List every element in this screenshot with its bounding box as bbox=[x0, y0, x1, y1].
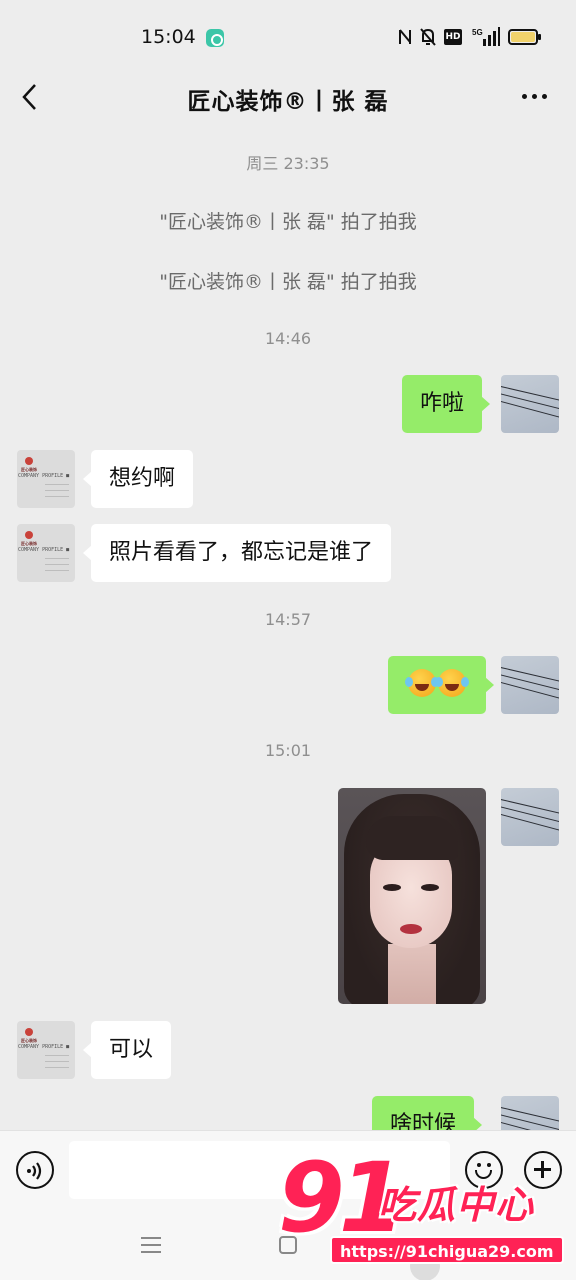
status-time: 15:04 bbox=[141, 26, 196, 48]
message-timestamp: 14:46 bbox=[264, 329, 312, 348]
self-avatar[interactable] bbox=[501, 656, 559, 714]
status-bar: 15:04 HD 5G bbox=[0, 0, 576, 76]
self-avatar[interactable] bbox=[501, 788, 559, 846]
avatar-caption: COMPANY PROFILE ■ bbox=[18, 473, 70, 479]
received-message-bubble[interactable]: 想约啊 bbox=[82, 450, 194, 508]
bell-mute-icon bbox=[420, 28, 436, 46]
contact-avatar[interactable]: 匠心装饰 COMPANY PROFILE ■ bbox=[17, 1021, 75, 1079]
app-notification-icon bbox=[206, 29, 224, 47]
system-message: "匠心装饰®丨张 磊" 拍了拍我 bbox=[159, 211, 417, 233]
signal-icon: 5G bbox=[472, 27, 500, 46]
chat-title: 匠心装饰®丨张 磊 bbox=[187, 89, 389, 115]
chat-header: 匠心装饰®丨张 磊 bbox=[0, 76, 576, 118]
nfc-icon bbox=[399, 29, 411, 44]
voice-icon[interactable] bbox=[16, 1151, 54, 1189]
message-timestamp: 14:57 bbox=[264, 610, 312, 629]
watermark-url: https://91chigua29.com bbox=[330, 1236, 564, 1264]
message-timestamp: 周三 23:35 bbox=[246, 154, 330, 173]
received-message-bubble[interactable]: 可以 bbox=[82, 1021, 172, 1079]
received-message-bubble[interactable]: 照片看看了，都忘记是谁了 bbox=[82, 524, 392, 582]
battery-icon bbox=[508, 29, 541, 45]
watermark: 91 吃瓜中心 https://91chigua29.com bbox=[278, 1142, 572, 1266]
avatar-caption: COMPANY PROFILE ■ bbox=[18, 547, 70, 553]
contact-avatar[interactable]: 匠心装饰 COMPANY PROFILE ■ bbox=[17, 524, 75, 582]
system-message: "匠心装饰®丨张 磊" 拍了拍我 bbox=[159, 271, 417, 293]
hd-icon: HD bbox=[444, 29, 462, 45]
more-icon[interactable] bbox=[520, 84, 550, 108]
avatar-caption: COMPANY PROFILE ■ bbox=[18, 1044, 70, 1050]
sent-message-bubble[interactable]: 咋啦 bbox=[402, 375, 491, 433]
self-avatar[interactable] bbox=[501, 375, 559, 433]
sent-emoji-bubble[interactable] bbox=[388, 656, 494, 714]
watermark-name: 吃瓜中心 bbox=[378, 1183, 535, 1227]
message-timestamp: 15:01 bbox=[264, 741, 312, 760]
nav-recents-button[interactable] bbox=[141, 1235, 161, 1255]
laugh-cry-emoji bbox=[405, 669, 436, 697]
laugh-cry-emoji bbox=[435, 669, 466, 697]
contact-avatar[interactable]: 匠心装饰 COMPANY PROFILE ■ bbox=[17, 450, 75, 508]
svg-text:5G: 5G bbox=[472, 28, 483, 37]
sent-photo[interactable] bbox=[338, 788, 486, 1004]
